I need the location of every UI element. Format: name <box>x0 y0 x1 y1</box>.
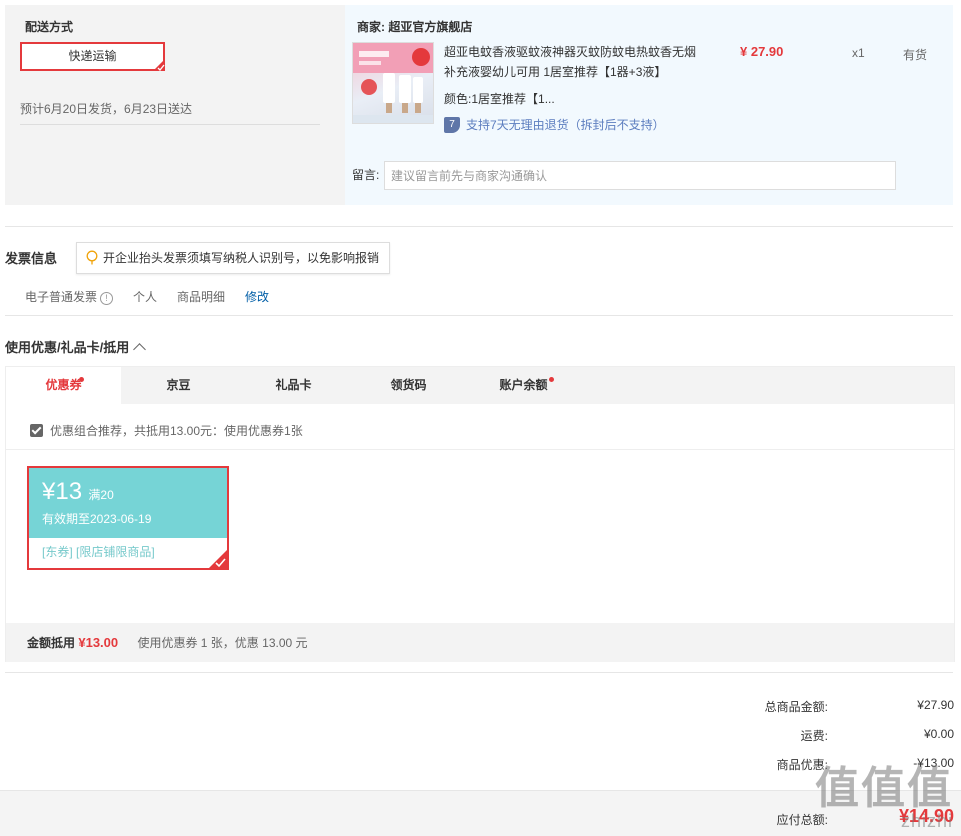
shop-label: 商家: <box>357 20 385 34</box>
tab-account-balance[interactable]: 账户余额 <box>466 367 581 404</box>
coupon-condition: 满20 <box>88 488 114 502</box>
message-label: 留言: <box>352 168 380 182</box>
tab-label: 优惠券 <box>45 378 82 392</box>
coupon-expiry: 有效期至2023-06-19 <box>42 512 152 526</box>
selected-check-icon <box>153 59 165 71</box>
coupon-amount-row: ¥13 满20 <box>42 478 227 506</box>
invoice-title-type: 个人 <box>133 290 158 304</box>
coupon-tags: [东券] [限店铺限商品] <box>29 538 227 568</box>
tab-gift-card[interactable]: 礼品卡 <box>236 367 351 404</box>
summary-label: 金额抵用 <box>27 636 76 650</box>
delivery-estimate: 预计6月20日发货，6月23日送达 <box>20 102 193 116</box>
discount-title: 使用优惠/礼品卡/抵用 <box>5 340 130 355</box>
goods-total-label: 总商品金额: <box>764 700 828 714</box>
tab-coupons[interactable]: 优惠券 <box>6 367 121 404</box>
invoice-details: 电子普通发票! 个人 商品明细 修改 <box>25 288 289 305</box>
coupon-card[interactable]: ¥13 满20 有效期至2023-06-19 [东券] [限店铺限商品] <box>27 466 229 570</box>
notification-dot <box>549 377 554 382</box>
lightbulb-icon <box>86 250 98 265</box>
combo-checkbox[interactable] <box>30 424 43 437</box>
shipping-title: 配送方式 <box>25 20 74 34</box>
stock-status: 有货 <box>903 48 928 62</box>
product-quantity: x1 <box>852 46 865 60</box>
product-image[interactable] <box>352 42 434 124</box>
freight-label: 运费: <box>800 729 828 743</box>
invoice-edit-link[interactable]: 修改 <box>245 288 269 305</box>
divider <box>20 124 320 125</box>
return-policy: 7 支持7天无理由退货（拆封后不支持） <box>444 116 665 133</box>
invoice-type: 电子普通发票! <box>25 288 114 305</box>
combo-recommendation: 优惠组合推荐，共抵用13.00元：使用优惠券1张 <box>30 422 303 439</box>
goods-total-value: ¥27.90 <box>917 698 954 712</box>
combo-text: 优惠组合推荐，共抵用13.00元：使用优惠券1张 <box>50 424 303 438</box>
invoice-content: 商品明细 <box>177 290 226 304</box>
invoice-tip: 开企业抬头发票须填写纳税人识别号，以免影响报销 <box>76 242 391 274</box>
discount-section-toggle[interactable]: 使用优惠/礼品卡/抵用 <box>5 337 147 356</box>
tab-label: 领货码 <box>390 378 427 392</box>
chevron-up-icon <box>133 342 147 356</box>
divider <box>5 315 953 316</box>
tab-label: 礼品卡 <box>275 378 312 392</box>
divider <box>5 226 953 227</box>
tab-jingdou[interactable]: 京豆 <box>121 367 236 404</box>
return-7day-icon: 7 <box>444 116 460 133</box>
coupon-header: ¥13 满20 有效期至2023-06-19 <box>29 468 227 538</box>
tab-redeem-code[interactable]: 领货码 <box>351 367 466 404</box>
invoice-type-label: 电子普通发票 <box>25 290 98 304</box>
selected-check-icon <box>209 550 227 568</box>
message-input[interactable] <box>384 161 896 190</box>
summary-amount: ¥13.00 <box>78 635 119 650</box>
color-value: 1居室推荐【1... <box>471 92 555 106</box>
watermark: 值值值 zhizhi <box>815 767 953 832</box>
watermark-logo: 值值值 <box>815 764 953 813</box>
notification-dot <box>79 377 84 382</box>
coupon-amount: ¥13 <box>42 478 83 505</box>
color-label: 颜色: <box>444 92 472 106</box>
product-image-graphic <box>353 43 433 123</box>
invoice-title: 发票信息 <box>5 251 58 266</box>
discount-summary: 金额抵用 ¥13.00 使用优惠券 1 张，优惠 13.00 元 <box>6 623 954 662</box>
divider <box>5 672 953 673</box>
express-shipping-label: 快递运输 <box>68 49 117 63</box>
invoice-tip-text: 开企业抬头发票须填写纳税人识别号，以免影响报销 <box>103 251 380 265</box>
product-title[interactable]: 超亚电蚊香液驱蚊液神器灭蚊防蚊电热蚊香无烟补充液婴幼儿可用 1居室推荐【1器+3… <box>444 42 704 82</box>
shop-info: 商家: 超亚官方旗舰店 <box>357 18 472 35</box>
discount-panel: 优惠券 京豆 礼品卡 领货码 账户余额 优惠组合推荐，共抵用13.00元：使用优… <box>5 366 955 662</box>
return-policy-text: 支持7天无理由退货（拆封后不支持） <box>466 118 665 132</box>
product-price: ¥ 27.90 <box>740 44 784 59</box>
watermark-text: zhizhi <box>900 811 953 831</box>
shop-name[interactable]: 超亚官方旗舰店 <box>388 20 472 34</box>
freight-value: ¥0.00 <box>923 727 954 741</box>
product-color: 颜色:1居室推荐【1... <box>444 90 555 107</box>
summary-text: 使用优惠券 1 张，优惠 13.00 元 <box>137 636 308 650</box>
tab-label: 账户余额 <box>499 378 548 392</box>
tab-label: 京豆 <box>166 378 191 392</box>
discount-tabs: 优惠券 京豆 礼品卡 领货码 账户余额 <box>6 367 954 404</box>
express-shipping-button[interactable]: 快递运输 <box>20 42 165 71</box>
divider <box>6 449 954 450</box>
info-icon[interactable]: ! <box>100 292 114 305</box>
